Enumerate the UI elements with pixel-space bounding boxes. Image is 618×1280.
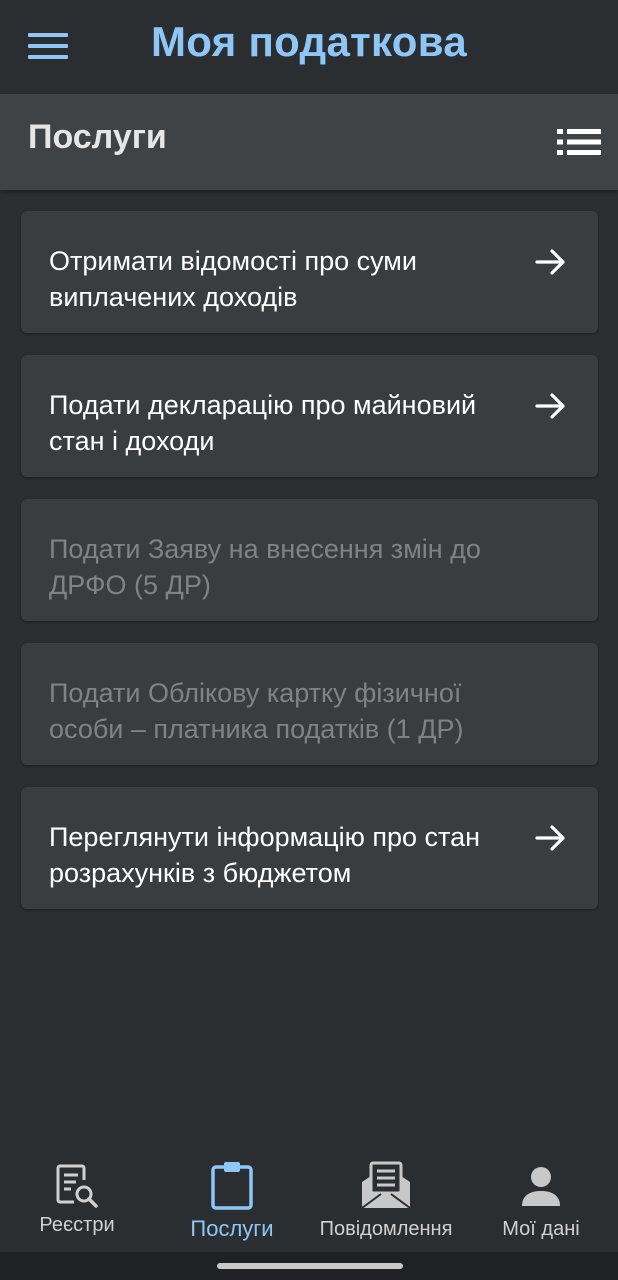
nav-label: Реєстри — [39, 1214, 115, 1236]
person-icon — [522, 1167, 560, 1206]
nav-item-my-data[interactable]: Мої дані — [484, 1152, 598, 1252]
nav-item-registries[interactable]: Реєстри — [12, 1152, 142, 1252]
nav-label: Повідомлення — [319, 1218, 453, 1240]
service-card-label: Подати Облікову картку фізичної особи – … — [49, 678, 464, 744]
nav-label: Послуги — [190, 1216, 274, 1241]
section-title: Послуги — [28, 118, 167, 156]
service-card-label: Подати декларацію про майновий стан і до… — [49, 390, 477, 456]
service-card-income-info[interactable]: Отримати відомості про суми виплачених д… — [21, 211, 598, 333]
service-card-budget-settlements[interactable]: Переглянути інформацію про стан розрахун… — [21, 787, 598, 909]
list-view-button[interactable] — [554, 120, 604, 164]
service-card-declaration[interactable]: Подати декларацію про майновий стан і до… — [21, 355, 598, 477]
open-envelope-icon — [361, 1161, 411, 1209]
list-view-icon — [557, 129, 601, 155]
arrow-right-icon — [535, 393, 565, 419]
app-title: Моя податкова — [151, 18, 467, 65]
clipboard-icon — [211, 1162, 253, 1210]
service-card-registration-card: Подати Облікову картку фізичної особи – … — [21, 643, 598, 765]
app-bar: Моя податкова — [0, 0, 618, 94]
nav-item-services[interactable]: Послуги — [166, 1152, 298, 1252]
service-card-drfo-change: Подати Заяву на внесення змін до ДРФО (5… — [21, 499, 598, 621]
nav-item-messages[interactable]: Повідомлення — [316, 1152, 456, 1252]
services-list: Отримати відомості про суми виплачених д… — [21, 211, 598, 931]
arrow-right-icon — [535, 249, 565, 275]
service-card-label: Переглянути інформацію про стан розрахун… — [49, 822, 481, 888]
arrow-right-icon — [535, 825, 565, 851]
registry-search-icon — [56, 1164, 98, 1208]
bottom-navigation: Реєстри Послуги Повідомлення Мої дані — [0, 1152, 618, 1252]
service-card-label: Отримати відомості про суми виплачених д… — [49, 246, 417, 312]
service-card-label: Подати Заяву на внесення змін до ДРФО (5… — [49, 534, 481, 600]
gesture-handle[interactable] — [217, 1263, 403, 1269]
section-header: Послуги — [0, 94, 618, 190]
nav-label: Мої дані — [502, 1218, 580, 1240]
